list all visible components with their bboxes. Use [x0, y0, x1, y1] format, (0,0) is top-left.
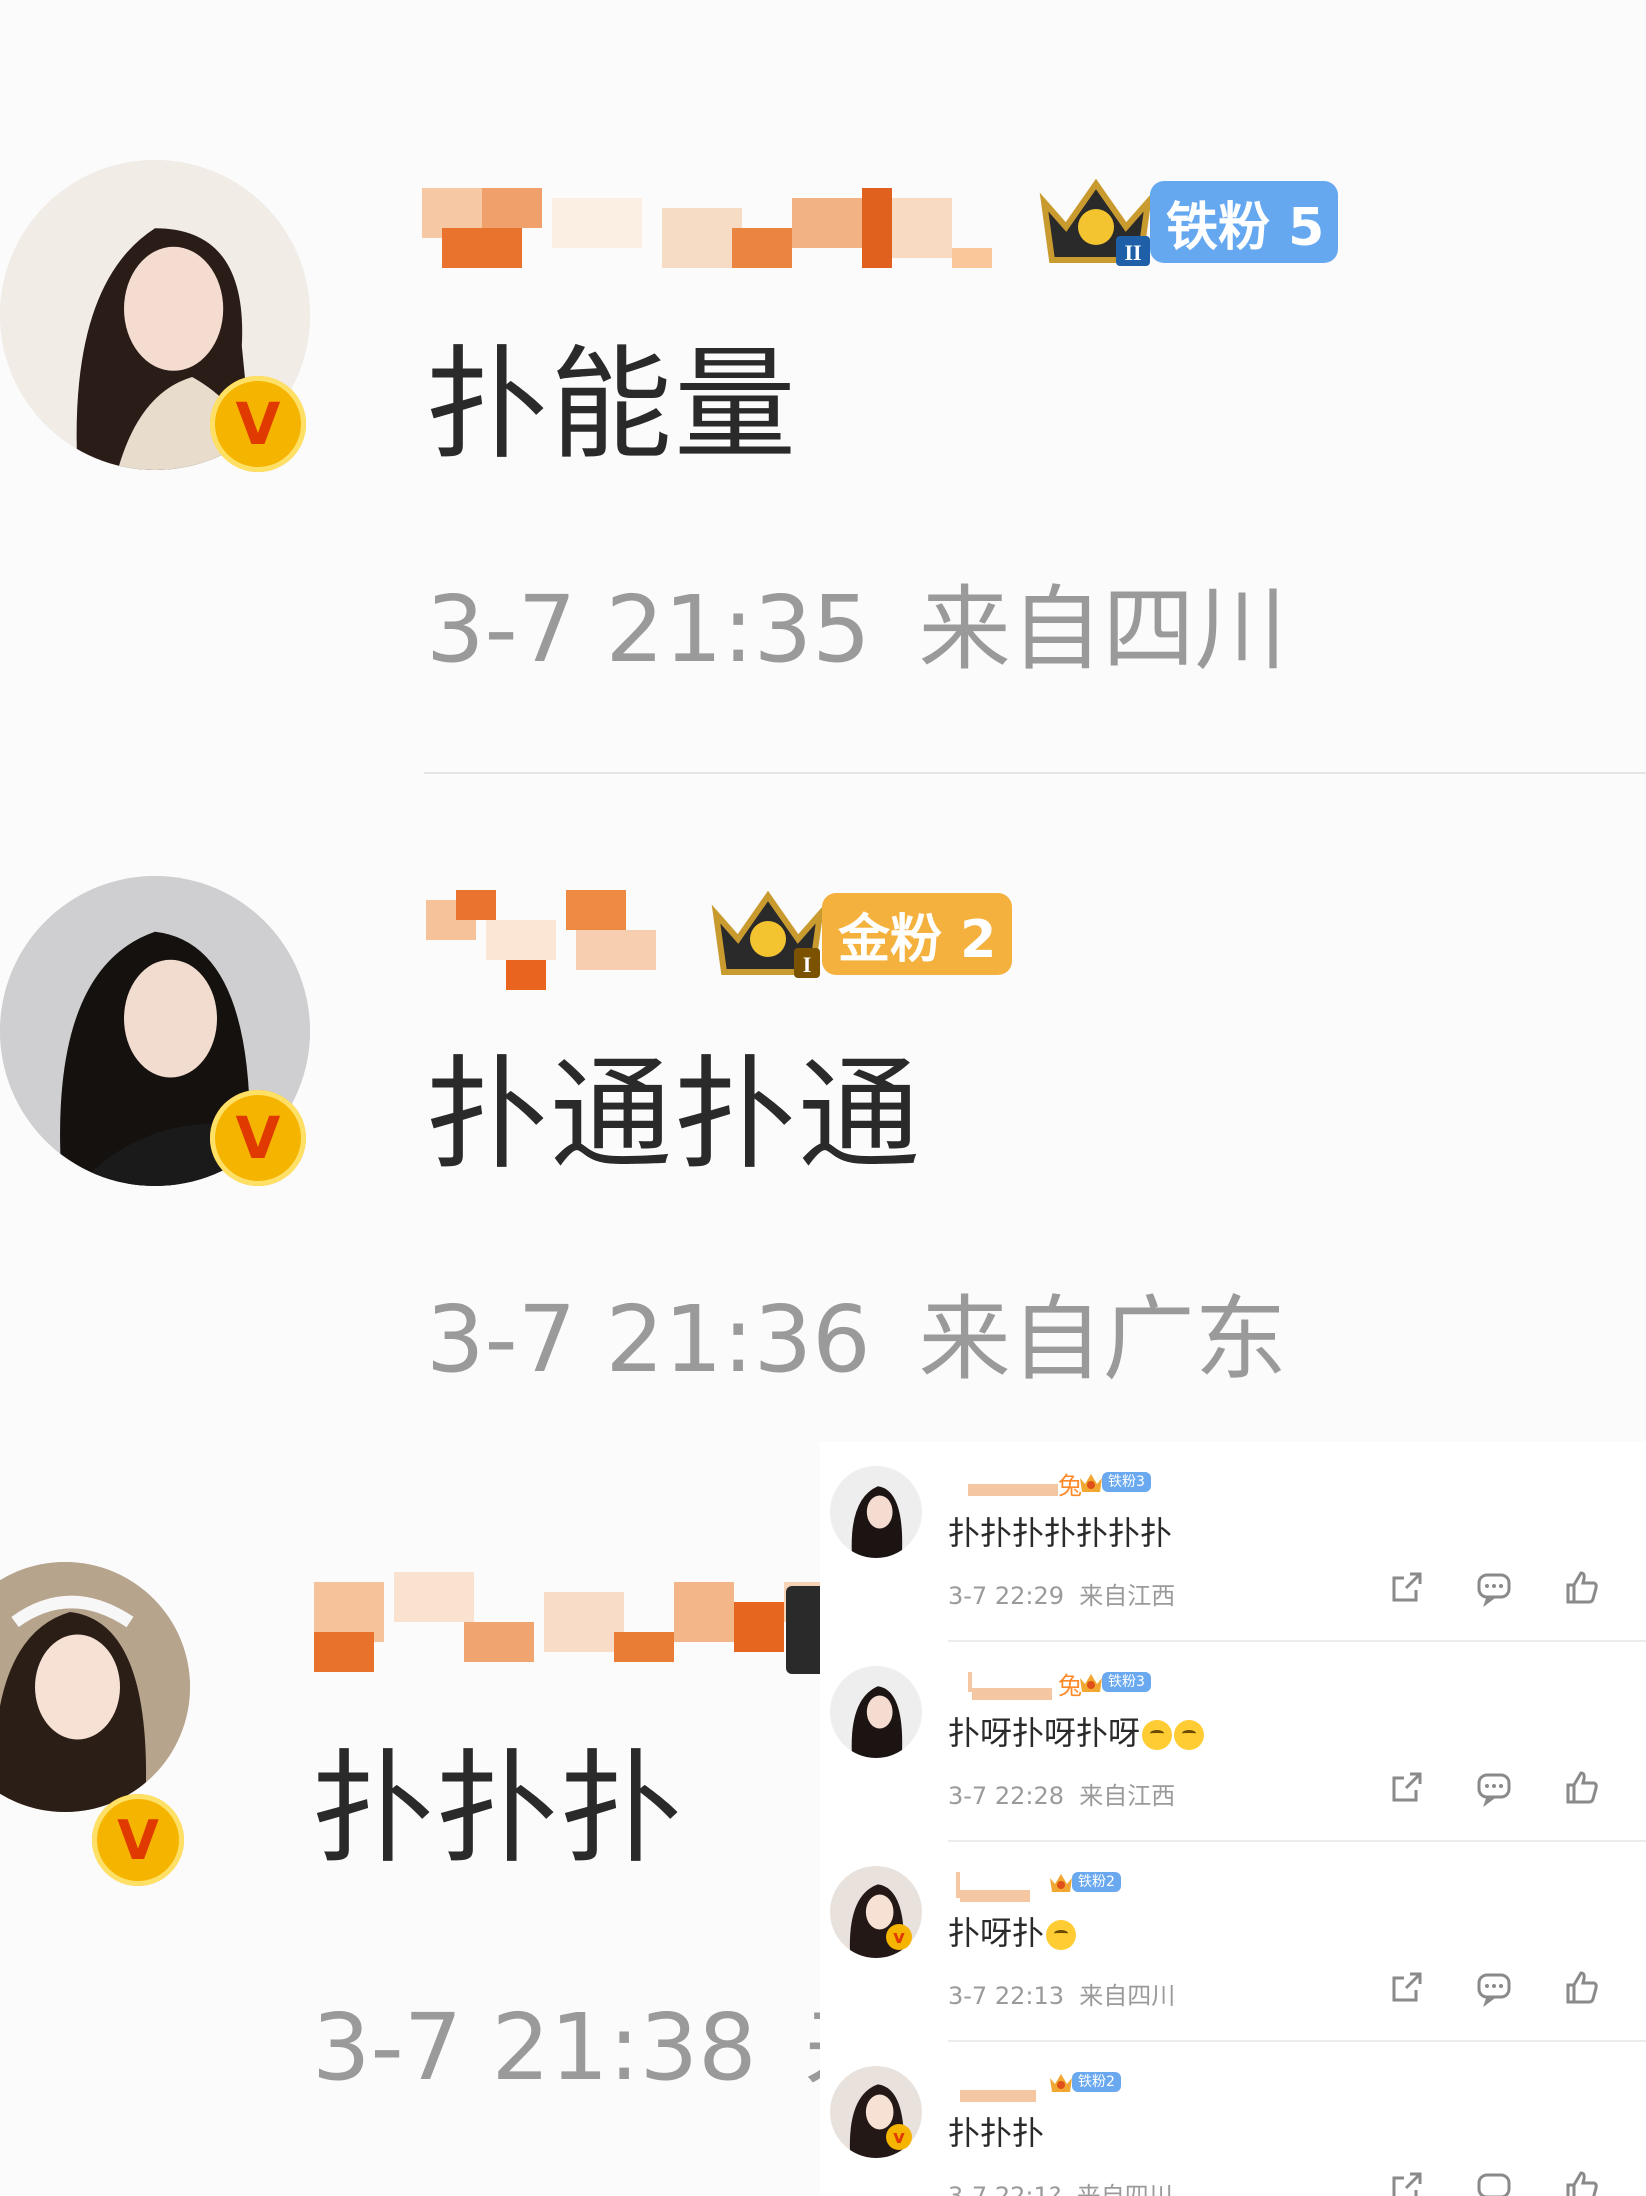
comment-text: 扑呀扑呀扑呀	[948, 1708, 1205, 1754]
avatar[interactable]	[830, 1466, 922, 1558]
fan-badge-label: 铁粉3	[1102, 1672, 1151, 1692]
inset-comment-list: 兔 铁粉3 扑扑扑扑扑扑扑 3-7 22:29 来自江西 兔 铁粉3 扑呀扑呀扑…	[820, 1442, 1646, 2196]
comment-location: 来自江西	[1079, 1782, 1176, 1810]
svg-text:II: II	[1124, 240, 1141, 265]
fan-badge[interactable]: 铁粉3	[1078, 1470, 1151, 1494]
like-icon[interactable]	[1562, 1768, 1602, 1808]
list-item: v 铁粉2 扑呀扑 3-7 22:13 来自四川	[820, 1842, 1646, 2042]
username-redacted[interactable]: 兔	[952, 1464, 1082, 1500]
reply-icon[interactable]	[1474, 1568, 1514, 1608]
comment-location: 来自江西	[1079, 1582, 1176, 1610]
username-redacted[interactable]	[422, 178, 1002, 288]
avatar[interactable]	[0, 1562, 190, 1812]
comment-meta: 3-7 22:1? 来自四川	[948, 2176, 1173, 2196]
fan-badge[interactable]: 铁粉2	[1048, 2070, 1121, 2094]
fan-badge[interactable]: II 铁粉 5	[1036, 172, 1339, 272]
fan-badge-label: 金粉 2	[822, 893, 1013, 975]
comment-location: 来自广东	[918, 1286, 1287, 1393]
fan-badge-label: 铁粉2	[1072, 1872, 1121, 1892]
verified-v-icon: V	[210, 1090, 306, 1186]
comment-text: 扑能量	[426, 334, 798, 476]
comment-location: 来自四川	[918, 576, 1287, 683]
comment-time: 3-7 22:13	[948, 1982, 1064, 2010]
comment-text: 扑呀扑	[948, 1908, 1077, 1954]
comment-time: 3-7 21:38	[312, 1994, 757, 2101]
crown-icon	[786, 1586, 822, 1674]
fan-badge[interactable]: 铁粉3	[1078, 1670, 1151, 1694]
comment-location: 来自四川	[1076, 2182, 1173, 2196]
list-item: 兔 铁粉3 扑呀扑呀扑呀 3-7 22:28 来自江西	[820, 1642, 1646, 1842]
comment-meta: 3-7 21:36 来自广东	[426, 1294, 1287, 1386]
list-item: 兔 铁粉3 扑扑扑扑扑扑扑 3-7 22:29 来自江西	[820, 1442, 1646, 1642]
comment-text: 扑扑扑扑扑扑扑	[948, 1514, 1173, 1552]
like-icon[interactable]	[1562, 2168, 1602, 2196]
fan-badge-label: 铁粉3	[1102, 1472, 1151, 1492]
comment-text: 扑通扑通	[426, 1044, 922, 1186]
comment-time: 3-7 22:29	[948, 1582, 1064, 1610]
avatar-image	[0, 1562, 190, 1812]
verified-v-icon: V	[92, 1794, 184, 1886]
comment-text-body: 扑呀扑	[948, 1914, 1045, 1952]
list-item: v 铁粉2 扑扑扑 3-7 22:1? 来自四川	[820, 2042, 1646, 2196]
comment-location: 来自四川	[1079, 1982, 1176, 2010]
reply-icon[interactable]	[1474, 1968, 1514, 2008]
fan-badge[interactable]: I 金粉 2	[708, 884, 1013, 984]
comment-time: 3-7 22:28	[948, 1782, 1064, 1810]
comment-text: 扑扑扑	[312, 1738, 684, 1880]
comment-meta: 3-7 22:13 来自四川	[948, 1976, 1175, 2011]
share-icon[interactable]	[1386, 2168, 1426, 2196]
fan-badge[interactable]: 铁粉2	[1048, 1870, 1121, 1894]
crown-icon	[1080, 1474, 1102, 1492]
username-redacted[interactable]	[952, 2064, 1042, 2102]
comment-meta: 3-7 22:29 来自江西	[948, 1576, 1175, 1611]
comment-meta: 3-7 21:38来	[312, 2002, 897, 2094]
comment-time: 3-7 21:35	[426, 576, 871, 683]
reply-icon[interactable]	[1474, 1768, 1514, 1808]
comment-time: 3-7 22:1?	[948, 2182, 1062, 2196]
svg-text:I: I	[803, 952, 812, 977]
crown-icon	[1080, 1674, 1102, 1692]
username-redacted[interactable]	[314, 1572, 834, 1682]
share-icon[interactable]	[1386, 1968, 1426, 2008]
comment-time: 3-7 21:36	[426, 1286, 871, 1393]
comment-meta: 3-7 21:35 来自四川	[426, 584, 1287, 676]
share-icon[interactable]	[1386, 1568, 1426, 1608]
emoji-icon	[1142, 1720, 1173, 1750]
comment-meta: 3-7 22:28 来自江西	[948, 1776, 1175, 1811]
comment-text: 扑扑扑	[948, 2114, 1045, 2152]
crown-icon: II	[1039, 178, 1153, 266]
like-icon[interactable]	[1562, 1568, 1602, 1608]
verified-v-icon: V	[210, 376, 306, 472]
username-redacted[interactable]	[952, 1864, 1042, 1902]
avatar-image	[830, 1666, 922, 1758]
emoji-icon	[1174, 1720, 1205, 1750]
divider	[424, 772, 1646, 774]
crown-icon	[1050, 2074, 1072, 2092]
verified-v-icon: v	[886, 2124, 912, 2150]
share-icon[interactable]	[1386, 1768, 1426, 1808]
crown-icon	[1050, 1874, 1072, 1892]
emoji-icon	[1046, 1920, 1077, 1950]
fan-badge-label: 铁粉2	[1072, 2072, 1121, 2092]
username-redacted[interactable]	[426, 890, 656, 990]
comment-text-body: 扑呀扑呀扑呀	[948, 1714, 1141, 1752]
reply-icon[interactable]	[1474, 2168, 1514, 2196]
like-icon[interactable]	[1562, 1968, 1602, 2008]
username-redacted[interactable]: 兔	[952, 1664, 1082, 1700]
crown-icon: I	[711, 890, 825, 978]
avatar-image	[830, 1466, 922, 1558]
fan-badge-label: 铁粉 5	[1150, 181, 1339, 263]
verified-v-icon: v	[886, 1924, 912, 1950]
avatar[interactable]	[830, 1666, 922, 1758]
